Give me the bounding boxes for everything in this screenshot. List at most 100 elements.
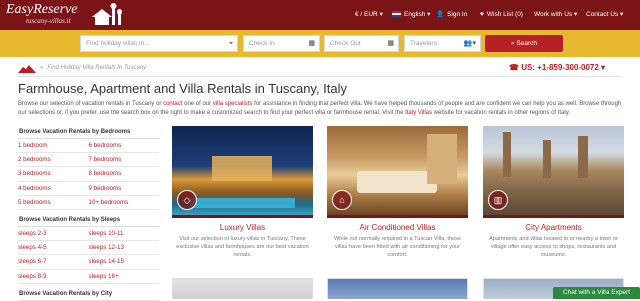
bedrooms-link[interactable]: 5 bedrooms (18, 196, 89, 209)
sleeps-link[interactable]: sleeps 14-15 (89, 255, 160, 268)
chevron-down-icon: ▾ (573, 11, 578, 18)
city-apartments-photo: ▥ (483, 126, 624, 215)
bedrooms-heading: Browse Vacation Rentals by Bedrooms (18, 126, 159, 139)
list-item: sleeps 4-5 sleeps 12-13 (18, 241, 160, 256)
intro-text: website for vacation rentals in other re… (432, 109, 570, 116)
travelers-select[interactable]: Travelers 👥▾ (404, 35, 481, 52)
sleeps-link[interactable]: sleeps 10-11 (89, 227, 160, 240)
wish-list-label: Wish List (0) (486, 11, 523, 18)
check-in-input[interactable]: Check In ▦ (243, 35, 320, 52)
card-accent (483, 215, 624, 218)
check-out-input[interactable]: Check Out ▦ (324, 35, 399, 52)
calendar-icon: ▦ (387, 40, 394, 47)
divider (18, 76, 622, 77)
browse-sidebar: Browse Vacation Rentals by Bedrooms 1 be… (18, 126, 159, 301)
list-item: 2 bedrooms 7 bedrooms (18, 153, 160, 168)
user-icon: 👤 (436, 11, 445, 18)
building-icon: ▥ (488, 190, 508, 210)
bedrooms-link[interactable]: 8 bedrooms (89, 167, 160, 180)
card-accent (327, 215, 468, 218)
list-item: sleeps 2-3 sleeps 10-11 (18, 227, 160, 242)
currency-selector[interactable]: € / EUR ▾ (355, 0, 383, 30)
site-logo[interactable]: EasyReserve tuscany-villas.it (6, 2, 126, 29)
list-item: 3 bedrooms 8 bedrooms (18, 167, 160, 182)
diamond-icon: ◇ (177, 190, 197, 210)
group-icon: 👥▾ (463, 40, 476, 47)
category-card-city-apartments[interactable]: ▥ City Apartments Apartments and villas … (483, 126, 624, 259)
travelers-placeholder: Travelers (410, 40, 437, 47)
bedrooms-link[interactable]: 3 bedrooms (18, 167, 89, 180)
house-icon: ⌂ (332, 190, 352, 210)
card-title[interactable]: Luxury Villas (172, 223, 313, 233)
language-label: English (404, 11, 426, 18)
bedrooms-link[interactable]: 9 bedrooms (89, 182, 160, 195)
us-flag-icon (392, 11, 401, 17)
phone-label: US: +1-859-300-0072 (521, 63, 599, 72)
intro-paragraph: Browse our selection of vacation rentals… (18, 100, 622, 117)
phone-number[interactable]: ☎ US: +1-859-300-0072 ▾ (509, 62, 605, 74)
sleeps-link[interactable]: sleeps 6-7 (18, 255, 89, 268)
chevron-right-icon: » (40, 65, 44, 71)
category-card-luxury-villas[interactable]: ◇ Luxury Villas Visit our selection of l… (172, 126, 313, 259)
category-card-partial[interactable] (327, 278, 468, 299)
destination-placeholder: Find holiday villas in... (86, 40, 150, 47)
search-bar: Find holiday villas in... ⌖ Check In ▦ Che… (0, 30, 640, 57)
chevron-down-icon: ▾ (601, 63, 606, 72)
home-icon[interactable] (18, 64, 36, 73)
search-icon: ⌕ (510, 40, 515, 47)
sleeps-link[interactable]: sleeps 8-9 (18, 270, 89, 283)
bedrooms-link[interactable]: 1 bedroom (18, 139, 89, 152)
language-selector[interactable]: English ▾ (392, 0, 430, 30)
villa-logo-icon (92, 3, 122, 25)
currency-label: € / EUR (355, 11, 378, 18)
sleeps-heading: Browse Vacation Rentals by Sleeps (18, 214, 159, 227)
card-description: Apartments and villas located in or near… (489, 236, 618, 258)
list-item: sleeps 6-7 sleeps 14-15 (18, 255, 160, 270)
luxury-villa-photo: ◇ (172, 126, 313, 215)
page-title: Farmhouse, Apartment and Villa Rentals i… (18, 81, 348, 96)
bedrooms-link[interactable]: 10+ bedrooms (89, 196, 160, 209)
card-description: Visit our selection of luxury villas in … (176, 236, 309, 258)
air-conditioned-villa-photo: ⌂ (327, 126, 468, 215)
logo-title: EasyReserve (6, 2, 78, 17)
sign-in-link[interactable]: 👤 Sign In (436, 0, 467, 30)
sleeps-link[interactable]: sleeps 16+ (89, 270, 160, 283)
breadcrumb-current: Find Holiday Villa Rentals In Tuscany (47, 65, 147, 71)
calendar-icon: ▦ (308, 40, 315, 47)
heart-icon: ♥ (480, 11, 484, 18)
card-description: While not normally required in a Tuscan … (333, 236, 462, 258)
card-title[interactable]: Air Conditioned Villas (327, 223, 468, 233)
bedrooms-link[interactable]: 2 bedrooms (18, 153, 89, 166)
contact-us-menu[interactable]: Contact Us ▾ (586, 0, 623, 30)
check-out-placeholder: Check Out (330, 40, 361, 47)
chevron-down-icon: ▾ (619, 11, 624, 18)
destination-input[interactable]: Find holiday villas in... ⌖ (80, 35, 238, 52)
list-item: 5 bedrooms 10+ bedrooms (18, 196, 159, 210)
logo-subtitle: tuscany-villas.it (26, 17, 71, 25)
bedrooms-link[interactable]: 4 bedrooms (18, 182, 89, 195)
search-button[interactable]: ⌕ Search (485, 35, 563, 52)
card-title[interactable]: City Apartments (483, 223, 624, 233)
work-with-us-menu[interactable]: Work with Us ▾ (534, 0, 577, 30)
top-navigation-bar: EasyReserve tuscany-villas.it € / EUR ▾ … (0, 0, 640, 30)
wish-list-link[interactable]: ♥ Wish List (0) (480, 0, 523, 30)
location-pin-icon: ⌖ (229, 40, 233, 47)
sleeps-link[interactable]: sleeps 12-13 (89, 241, 160, 254)
chevron-down-icon: ▾ (379, 11, 383, 18)
chat-button[interactable]: Chat with a Villa Expert (553, 287, 640, 299)
villa-specialists-link[interactable]: villa specialists (213, 101, 253, 107)
bedrooms-link[interactable]: 7 bedrooms (89, 153, 160, 166)
sleeps-link[interactable]: sleeps 4-5 (18, 241, 89, 254)
contact-link[interactable]: contact (163, 101, 182, 107)
check-in-placeholder: Check In (249, 40, 275, 47)
bedrooms-link[interactable]: 6 bedrooms (89, 139, 160, 152)
chevron-down-icon: ▾ (427, 11, 431, 18)
category-card-air-conditioned-villas[interactable]: ⌂ Air Conditioned Villas While not norma… (327, 126, 468, 259)
intro-text: Browse our selection of vacation rentals… (18, 101, 164, 107)
sleeps-link[interactable]: sleeps 2-3 (18, 227, 89, 240)
work-with-us-label: Work with Us (534, 11, 573, 18)
card-accent (172, 215, 313, 218)
list-item: 4 bedrooms 9 bedrooms (18, 182, 159, 196)
italy-villas-link[interactable]: Italy Villas (405, 110, 432, 116)
category-card-partial[interactable] (172, 278, 313, 299)
